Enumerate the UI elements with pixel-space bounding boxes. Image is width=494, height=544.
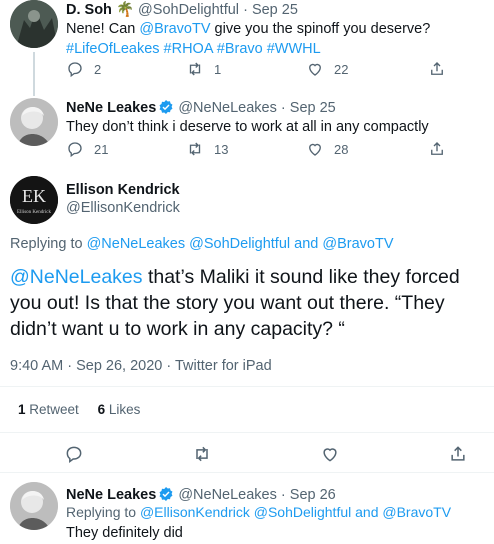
reply-button[interactable]: [64, 444, 84, 464]
tweet-text: Nene! Can @BravoTV give you the spinoff …: [66, 21, 431, 57]
tweet-time[interactable]: Sep 25: [252, 2, 298, 18]
author-handle[interactable]: @NeNeLeakes: [178, 100, 277, 116]
main-tweet: EK Ellison Kendrick Ellison Kendrick @El…: [0, 172, 494, 472]
retweet-icon: [196, 446, 208, 462]
replying-mentions-link[interactable]: @NeNeLeakes @SohDelightful and @BravoTV: [87, 236, 394, 252]
tweet-header: NeNe Leakes @NeNeLeakes · Sep 26: [66, 487, 336, 503]
share-icon: [431, 62, 443, 75]
avatar-caption: Ellison Kendrick: [17, 210, 52, 215]
hashtag-link[interactable]: #RHOA: [164, 41, 213, 57]
retweet-icon: [189, 142, 201, 156]
heart-icon: [309, 63, 321, 76]
divider: [0, 386, 494, 387]
author-name[interactable]: D. Soh: [66, 2, 112, 18]
replying-to: Replying to @EllisonKendrick @SohDelight…: [66, 504, 452, 520]
engagement-stats: 1 Retweet 6 Likes: [18, 402, 140, 417]
replying-to: Replying to @NeNeLeakes @SohDelightful a…: [10, 236, 394, 252]
tweet-actions: 21 13 28: [66, 140, 486, 160]
tweet-time[interactable]: Sep 26: [290, 487, 336, 503]
retweet-icon: [189, 62, 201, 76]
mention-link[interactable]: @NeNeLeakes: [10, 266, 143, 288]
hashtag-link[interactable]: #WWHL: [267, 41, 321, 57]
tweet-text: They don’t think i deserve to work at al…: [66, 119, 429, 135]
share-button[interactable]: [428, 140, 446, 158]
like-button[interactable]: 28: [306, 140, 348, 158]
main-tweet-actions: [64, 444, 474, 466]
share-button[interactable]: [428, 60, 446, 78]
author-handle[interactable]: @EllisonKendrick: [66, 200, 180, 216]
tweet-timestamp[interactable]: 9:40 AM · Sep 26, 2020 · Twitter for iPa…: [10, 358, 272, 374]
hashtag-link[interactable]: #LifeOfLeakes: [66, 41, 160, 57]
share-button[interactable]: [448, 444, 468, 464]
tweet-header: NeNe Leakes @NeNeLeakes · Sep 25: [66, 100, 336, 116]
hashtag-link[interactable]: #Bravo: [217, 41, 263, 57]
avatar-nene[interactable]: [10, 482, 58, 530]
tweet-text: They definitely did: [66, 525, 183, 541]
divider: [0, 472, 494, 473]
tweet-nene-1[interactable]: NeNe Leakes @NeNeLeakes · Sep 25 They do…: [0, 90, 494, 164]
like-button[interactable]: 22: [306, 60, 348, 78]
reply-icon: [68, 62, 82, 78]
verified-badge-icon: [159, 100, 173, 114]
heart-icon: [309, 143, 321, 156]
thread-line: [33, 52, 35, 90]
reply-button[interactable]: 2: [66, 60, 101, 78]
replying-mentions-link[interactable]: @EllisonKendrick @SohDelightful and @Bra…: [140, 504, 451, 520]
avatar-nene[interactable]: [10, 98, 58, 146]
avatar-monogram: EK: [22, 186, 46, 206]
like-count-link[interactable]: 6 Likes: [98, 402, 141, 417]
tweet-nene-2[interactable]: NeNe Leakes @NeNeLeakes · Sep 26 Replyin…: [0, 478, 494, 544]
tweet-actions: 2 1 22: [66, 60, 486, 80]
author-name[interactable]: Ellison Kendrick: [66, 182, 180, 198]
main-tweet-text: @NeNeLeakes that’s Maliki it sound like …: [10, 266, 460, 340]
mention-link[interactable]: @BravoTV: [139, 21, 210, 37]
tweet-header: D. Soh 🌴 @SohDelightful · Sep 25: [66, 2, 298, 18]
palm-tree-emoji: 🌴: [115, 2, 135, 18]
like-button[interactable]: [320, 444, 340, 464]
reply-icon: [66, 446, 82, 463]
reply-button[interactable]: 21: [66, 140, 108, 158]
author-name[interactable]: NeNe Leakes: [66, 100, 156, 116]
heart-icon: [323, 448, 337, 462]
author-handle[interactable]: @NeNeLeakes: [178, 487, 277, 503]
divider: [0, 432, 494, 433]
retweet-count-link[interactable]: 1 Retweet: [18, 402, 79, 417]
retweet-button[interactable]: 1: [186, 60, 221, 78]
author-handle[interactable]: @SohDelightful: [138, 2, 239, 18]
retweet-button[interactable]: 13: [186, 140, 228, 158]
avatar-dsoh[interactable]: [10, 0, 58, 48]
verified-badge-icon: [159, 487, 173, 501]
tweet-dsoh[interactable]: D. Soh 🌴 @SohDelightful · Sep 25 Nene! C…: [0, 0, 494, 90]
share-icon: [431, 142, 443, 155]
avatar-ellison[interactable]: EK Ellison Kendrick: [10, 176, 58, 224]
author-name[interactable]: NeNe Leakes: [66, 487, 156, 503]
tweet-time[interactable]: Sep 25: [290, 100, 336, 116]
thread-line: [33, 90, 35, 96]
retweet-button[interactable]: [192, 444, 212, 464]
reply-icon: [68, 142, 82, 158]
share-icon: [451, 446, 465, 461]
